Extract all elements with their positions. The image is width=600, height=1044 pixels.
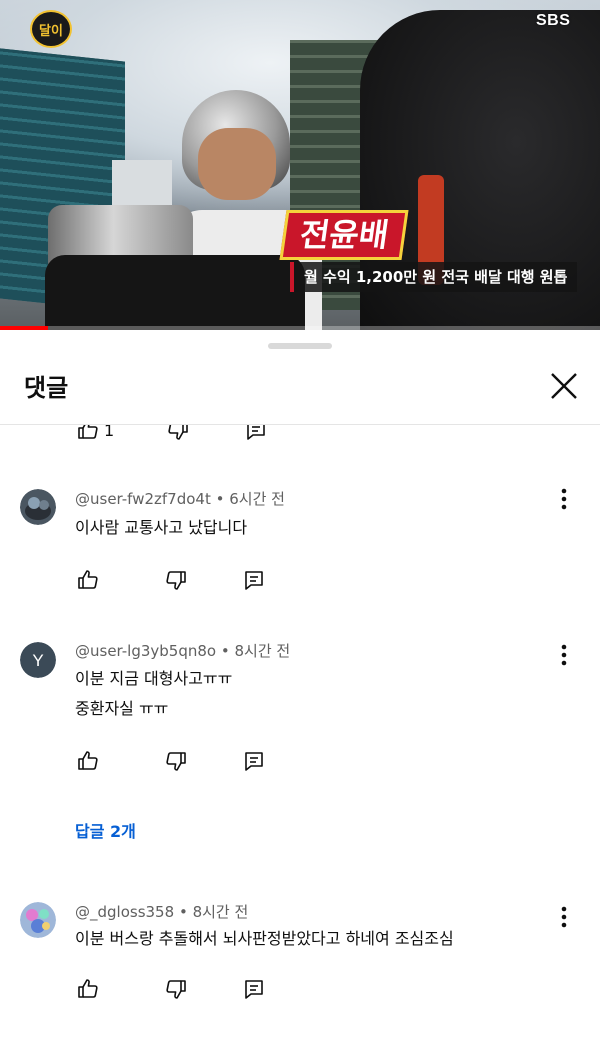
avatar[interactable]: Y [20, 642, 56, 678]
comment-text: 이분 버스랑 추돌해서 뇌사판정받았다고 하네여 조심조심 [75, 924, 454, 954]
comment-author[interactable]: @user-fw2zf7do4t [75, 490, 211, 508]
avatar-letter: Y [32, 651, 43, 670]
comment-time: 6시간 전 [229, 490, 285, 508]
thumbs-down-icon [168, 425, 188, 440]
reply-icon [245, 752, 263, 771]
like-button[interactable] [74, 566, 102, 594]
video-player[interactable]: 달이 SBS 전윤배 월 수익 1,200만 원 전국 배달 대행 원톱 [0, 0, 600, 330]
dislike-button[interactable] [164, 425, 192, 444]
thumbs-up-icon [78, 979, 98, 998]
reply-button[interactable] [242, 425, 270, 444]
comment-actions [74, 975, 268, 1003]
dislike-button[interactable] [162, 566, 190, 594]
comment-more-button[interactable] [552, 641, 576, 669]
comment-actions [74, 566, 268, 594]
reply-icon [245, 980, 263, 999]
comment-time: 8시간 전 [192, 903, 249, 921]
channel-watermark: SBS [536, 12, 571, 29]
drag-handle[interactable] [268, 343, 332, 349]
reply-button[interactable] [240, 975, 268, 1003]
more-vertical-icon [561, 906, 567, 928]
comment-text-line: 이분 지금 대형사고ㅠㅠ [75, 669, 233, 688]
comment-text-line: 이분 버스랑 추돌해서 뇌사판정받았다고 하네여 조심조심 [75, 929, 454, 948]
thumbs-down-icon [166, 752, 186, 771]
reply-button[interactable] [240, 747, 268, 775]
meta-separator: • [220, 642, 230, 660]
comment-meta: @user-lg3yb5qn8o • 8시간 전 [75, 640, 290, 661]
like-button[interactable] [74, 975, 102, 1003]
more-vertical-icon [561, 644, 567, 666]
comment-text: 이사람 교통사고 났답니다 [75, 513, 247, 543]
view-replies-link[interactable]: 답글 2개 [75, 818, 136, 842]
sheet-title: 댓글 [24, 374, 69, 402]
meta-separator: • [178, 903, 188, 921]
comment-text: 이분 지금 대형사고ㅠㅠ 중환자실 ㅠㅠ [75, 664, 232, 724]
reply-icon [245, 571, 263, 590]
comment-text-line: 중환자실 ㅠㅠ [75, 699, 169, 718]
comments-sheet: 댓글 1 @user-fw2zf7do4t • 6시간 전 이사람 교통사고 났… [0, 330, 600, 1044]
caption-name: 전윤배 [279, 210, 409, 260]
avatar[interactable] [20, 902, 56, 938]
comment-text-line: 이사람 교통사고 났답니다 [75, 518, 248, 537]
comment-list[interactable]: 1 @user-fw2zf7do4t • 6시간 전 이사람 교통사고 났답니다 [0, 425, 600, 1044]
caption-subtitle: 월 수익 1,200만 원 전국 배달 대행 원톱 [290, 262, 578, 292]
close-button[interactable] [544, 366, 584, 406]
comment-author[interactable]: @user-lg3yb5qn8o [75, 642, 216, 660]
show-logo: 달이 [30, 10, 72, 48]
thumbs-up-icon [78, 751, 98, 770]
comment-actions [74, 747, 268, 775]
like-button[interactable] [74, 425, 102, 444]
dislike-button[interactable] [162, 747, 190, 775]
comment-more-button[interactable] [552, 485, 576, 513]
comment-meta: @user-fw2zf7do4t • 6시간 전 [75, 488, 285, 509]
comment-meta: @_dgloss358 • 8시간 전 [75, 901, 248, 922]
thumbs-up-icon [78, 570, 98, 589]
avatar[interactable] [20, 489, 56, 525]
more-vertical-icon [561, 488, 567, 510]
reply-button[interactable] [240, 566, 268, 594]
thumbs-down-icon [166, 980, 186, 999]
like-button[interactable] [74, 747, 102, 775]
comment-time: 8시간 전 [234, 642, 291, 660]
reply-icon [247, 425, 265, 440]
video-motorbike [45, 255, 305, 330]
close-icon [551, 373, 577, 399]
like-count: 1 [104, 425, 115, 440]
comment-more-button[interactable] [552, 903, 576, 931]
meta-separator: • [215, 490, 225, 508]
prev-comment-actions: 1 [74, 425, 270, 444]
thumbs-down-icon [166, 571, 186, 590]
show-logo-text: 달이 [39, 23, 63, 39]
thumbs-up-icon [78, 425, 98, 439]
dislike-button[interactable] [162, 975, 190, 1003]
comment-author[interactable]: @_dgloss358 [75, 903, 174, 921]
